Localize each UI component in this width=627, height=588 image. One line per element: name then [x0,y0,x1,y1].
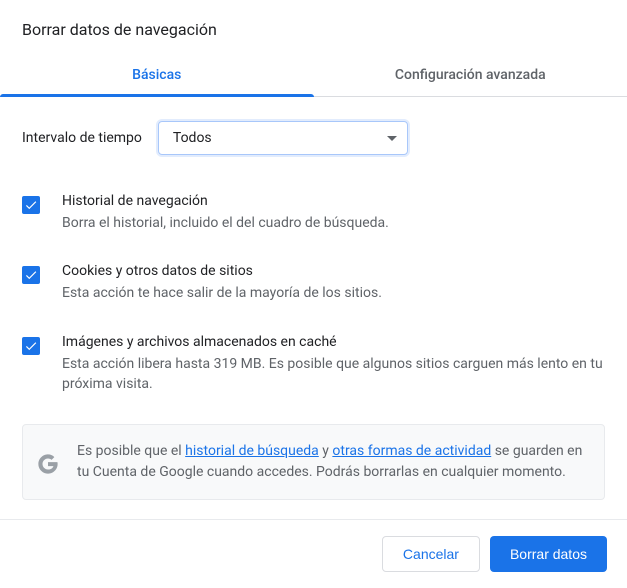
clear-browsing-data-dialog: Borrar datos de navegación Básicas Confi… [0,0,627,588]
checkbox-cookies[interactable] [22,266,40,284]
content: Intervalo de tiempo Todos Historial de n… [0,97,619,500]
notice-pre: Es posible que el [77,443,185,459]
link-search-history[interactable]: historial de búsqueda [185,443,319,459]
option-browsing-history[interactable]: Historial de navegación Borra el histori… [22,181,605,251]
tabs: Básicas Configuración avanzada [0,53,627,97]
chevron-down-icon [387,136,397,141]
option-text: Cookies y otros datos de sitios Esta acc… [62,263,382,303]
dialog-title: Borrar datos de navegación [0,0,627,53]
option-desc: Esta acción te hace salir de la mayoría … [62,283,382,303]
option-title: Cookies y otros datos de sitios [62,263,382,279]
time-range-row: Intervalo de tiempo Todos [22,97,605,181]
check-icon [24,198,38,212]
option-desc: Borra el historial, incluido el del cuad… [62,213,389,233]
scroll-area[interactable]: Intervalo de tiempo Todos Historial de n… [0,97,627,519]
time-range-value: Todos [173,130,212,146]
option-title: Imágenes y archivos almacenados en caché [62,334,605,350]
option-cookies[interactable]: Cookies y otros datos de sitios Esta acc… [22,251,605,321]
tab-basic[interactable]: Básicas [0,53,314,96]
clear-data-button[interactable]: Borrar datos [490,536,607,572]
time-range-select[interactable]: Todos [158,121,408,155]
dialog-footer: Cancelar Borrar datos [0,519,627,588]
option-cache[interactable]: Imágenes y archivos almacenados en caché… [22,322,605,413]
google-account-notice: Es posible que el historial de búsqueda … [22,424,605,500]
time-range-label: Intervalo de tiempo [22,130,142,146]
notice-mid: y [319,443,333,459]
option-desc: Esta acción libera hasta 319 MB. Es posi… [62,354,605,395]
checkbox-cache[interactable] [22,337,40,355]
tab-advanced[interactable]: Configuración avanzada [314,53,627,96]
option-text: Historial de navegación Borra el histori… [62,193,389,233]
check-icon [24,339,38,353]
cancel-button[interactable]: Cancelar [382,536,480,572]
checkbox-history[interactable] [22,196,40,214]
google-logo-icon [37,453,59,475]
option-title: Historial de navegación [62,193,389,209]
check-icon [24,268,38,282]
option-text: Imágenes y archivos almacenados en caché… [62,334,605,395]
notice-text: Es posible que el historial de búsqueda … [77,441,588,483]
link-other-activity[interactable]: otras formas de actividad [332,443,491,459]
